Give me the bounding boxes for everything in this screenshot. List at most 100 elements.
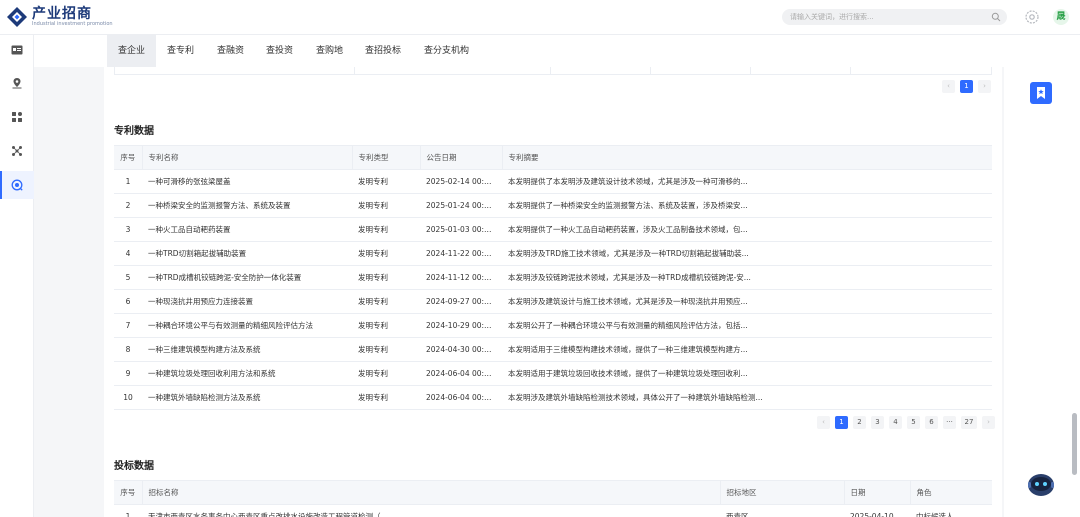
page-ellipsis[interactable]: ··· xyxy=(943,416,956,429)
tab-land[interactable]: 查购地 xyxy=(305,35,354,67)
page-button[interactable]: 5 xyxy=(907,416,920,429)
table-cell: 发明专利 xyxy=(352,361,420,386)
column-header: 专利名称 xyxy=(142,145,353,170)
column-header: 日期 xyxy=(844,480,911,505)
logo-mark-icon xyxy=(6,6,28,28)
tab-companies[interactable]: 查企业 xyxy=(107,35,157,67)
table-cell: 发明专利 xyxy=(352,241,420,266)
table-row[interactable]: 7 一种耦合环境公平与有效测量的精细风险评估方法 发明专利 2024-10-29 00… xyxy=(114,313,992,338)
top-pagination: ‹ 1 › xyxy=(942,80,991,93)
prev-page-button[interactable]: ‹ xyxy=(817,416,830,429)
table-cell: 发明专利 xyxy=(352,337,420,362)
table-cell: 8 xyxy=(114,337,142,362)
rail-item-location[interactable] xyxy=(0,69,34,97)
table-row[interactable]: 9 一种建筑垃圾处理回收利用方法和系统 发明专利 2024-06-04 00:00:0… xyxy=(114,361,992,386)
table-cell: 发明专利 xyxy=(352,217,420,242)
table-cell: 6 xyxy=(114,289,142,314)
table-cell: 一种火工品自动耙药装置 xyxy=(142,217,352,242)
table-row[interactable]: 10 一种建筑外墙缺陷检测方法及系统 发明专利 2024-06-04 00:00:00… xyxy=(114,385,992,410)
table-cell: 一种TRD切割箱起拔辅助装置 xyxy=(142,241,352,266)
tab-branches[interactable]: 查分支机构 xyxy=(413,35,480,67)
search-box[interactable] xyxy=(782,9,1007,25)
table-cell: 发明专利 xyxy=(352,289,420,314)
top-header: 产业招商 Industrial investment promotion 晟 xyxy=(0,0,1080,35)
page-button[interactable]: 3 xyxy=(871,416,884,429)
rail-item-radar[interactable] xyxy=(0,171,34,199)
patents-pagination: ‹ 1 2 3 4 5 6 ··· 27 › xyxy=(817,416,995,429)
bids-section-title: 投标数据 xyxy=(114,461,154,472)
table-cell: 一种建筑垃圾处理回收利用方法和系统 xyxy=(142,361,352,386)
table-cell: 一种TRD成槽机铰链跨泥-安全防护一体化装置 xyxy=(142,265,352,290)
table-row[interactable]: 6 一种现浇抗井用预应力连接装置 发明专利 2024-09-27 00:00:00 本发… xyxy=(114,289,992,314)
table-cell: 天津市西青区水务事务中心西青区重点改排水设施改造工程管道检测（... xyxy=(142,504,720,517)
table-cell: 本发明公开了一种耦合环境公平与有效测量的精细风险评估方法，包括... xyxy=(502,313,992,338)
table-row[interactable]: 5 一种TRD成槽机铰链跨泥-安全防护一体化装置 发明专利 2024-11-12 00… xyxy=(114,265,992,290)
page-button[interactable]: 1 xyxy=(960,80,973,93)
rail-item-network[interactable] xyxy=(0,137,34,165)
main-content: ‹ 1 › 专利数据 序号 专利名称 专利类型 公告日期 专利摘要 1 一种可滑移… xyxy=(104,67,1002,517)
table-header-row: 序号 招标名称 招标地区 日期 角色 xyxy=(114,480,992,505)
settings-gear-icon[interactable] xyxy=(1024,9,1040,25)
page-button[interactable]: 4 xyxy=(889,416,902,429)
patents-table: 序号 专利名称 专利类型 公告日期 专利摘要 1 一种可滑移的张弦梁屋盖 发明专利 2… xyxy=(114,145,992,410)
column-header: 角色 xyxy=(910,480,992,505)
table-cell: 2024-10-29 00:00:00 xyxy=(420,313,502,338)
bookmark-star-icon[interactable] xyxy=(1030,82,1052,104)
table-cell: 1 xyxy=(114,504,142,517)
table-cell: 本发明涉及TRD施工技术领域，尤其是涉及一种TRD切割箱起拔辅助装... xyxy=(502,241,992,266)
table-cell: 2025-02-14 00:00:00 xyxy=(420,169,502,194)
next-page-button[interactable]: › xyxy=(978,80,991,93)
table-cell: 发明专利 xyxy=(352,193,420,218)
prev-page-button[interactable]: ‹ xyxy=(942,80,955,93)
table-cell: 发明专利 xyxy=(352,313,420,338)
page-button[interactable]: 6 xyxy=(925,416,938,429)
assistant-robot-icon[interactable] xyxy=(1026,470,1056,498)
table-cell: 一种建筑外墙缺陷检测方法及系统 xyxy=(142,385,352,410)
table-cell: 2024-04-30 00:00:00 xyxy=(420,337,502,362)
table-cell: 9 xyxy=(114,361,142,386)
tab-patents[interactable]: 查专利 xyxy=(156,35,205,67)
rail-item-apps[interactable] xyxy=(0,103,34,131)
table-cell: 一种三维建筑模型构建方法及系统 xyxy=(142,337,352,362)
column-header: 招标名称 xyxy=(142,480,721,505)
tab-bidding[interactable]: 查招投标 xyxy=(354,35,412,67)
table-cell: 本发明适用于建筑垃圾回收技术领域，提供了一种建筑垃圾处理回收利... xyxy=(502,361,992,386)
app-logo[interactable]: 产业招商 Industrial investment promotion xyxy=(6,6,113,28)
tab-financing[interactable]: 查融资 xyxy=(206,35,255,67)
table-cell: 本发明涉及铰链跨泥技术领域，尤其是涉及一种TRD成槽机铰链跨泥-安... xyxy=(502,265,992,290)
user-avatar[interactable]: 晟 xyxy=(1053,9,1069,25)
page-button[interactable]: 27 xyxy=(961,416,977,429)
table-cell: 3 xyxy=(114,217,142,242)
table-row[interactable]: 4 一种TRD切割箱起拔辅助装置 发明专利 2024-11-22 00:00:00 本发… xyxy=(114,241,992,266)
table-cell: 一种可滑移的张弦梁屋盖 xyxy=(142,169,352,194)
table-cell: 发明专利 xyxy=(352,169,420,194)
column-header: 公告日期 xyxy=(420,145,503,170)
page-scrollbar[interactable] xyxy=(1072,413,1077,475)
table-cell: 2024-09-27 00:00:00 xyxy=(420,289,502,314)
table-row[interactable]: 2 一种桥梁安全的监测报警方法、系统及装置 发明专利 2025-01-24 00:00… xyxy=(114,193,992,218)
page-button[interactable]: 2 xyxy=(853,416,866,429)
left-rail xyxy=(0,35,34,517)
table-row[interactable]: 8 一种三维建筑模型构建方法及系统 发明专利 2024-04-30 00:00:00 本… xyxy=(114,337,992,362)
table-cell: 1 xyxy=(114,169,142,194)
search-icon[interactable] xyxy=(991,12,1001,22)
table-cell: 2025-04-10 xyxy=(844,504,910,517)
table-cell: 本发明提供了一种桥梁安全的监测报警方法、系统及装置，涉及桥梁安... xyxy=(502,193,992,218)
column-header: 序号 xyxy=(114,145,143,170)
table-cell: 发明专利 xyxy=(352,265,420,290)
rail-item-idcard[interactable] xyxy=(0,36,34,64)
tab-investment[interactable]: 查投资 xyxy=(255,35,304,67)
table-cell: 发明专利 xyxy=(352,385,420,410)
right-panel xyxy=(1004,35,1080,517)
grid-apps-icon xyxy=(12,112,22,122)
table-header-row: 序号 专利名称 专利类型 公告日期 专利摘要 xyxy=(114,145,992,170)
next-page-button[interactable]: › xyxy=(982,416,995,429)
table-row[interactable]: 1 一种可滑移的张弦梁屋盖 发明专利 2025-02-14 00:00:00 本发明提供… xyxy=(114,169,992,194)
page-button[interactable]: 1 xyxy=(835,416,848,429)
column-header: 专利摘要 xyxy=(502,145,992,170)
table-row[interactable]: 3 一种火工品自动耙药装置 发明专利 2025-01-03 00:00:00 本发明提供… xyxy=(114,217,992,242)
table-cell: 2024-11-12 00:00:00 xyxy=(420,265,502,290)
search-input[interactable] xyxy=(782,9,972,25)
table-cell: 10 xyxy=(114,385,142,410)
table-row[interactable]: 1 天津市西青区水务事务中心西青区重点改排水设施改造工程管道检测（... 西青区 20… xyxy=(114,504,992,517)
